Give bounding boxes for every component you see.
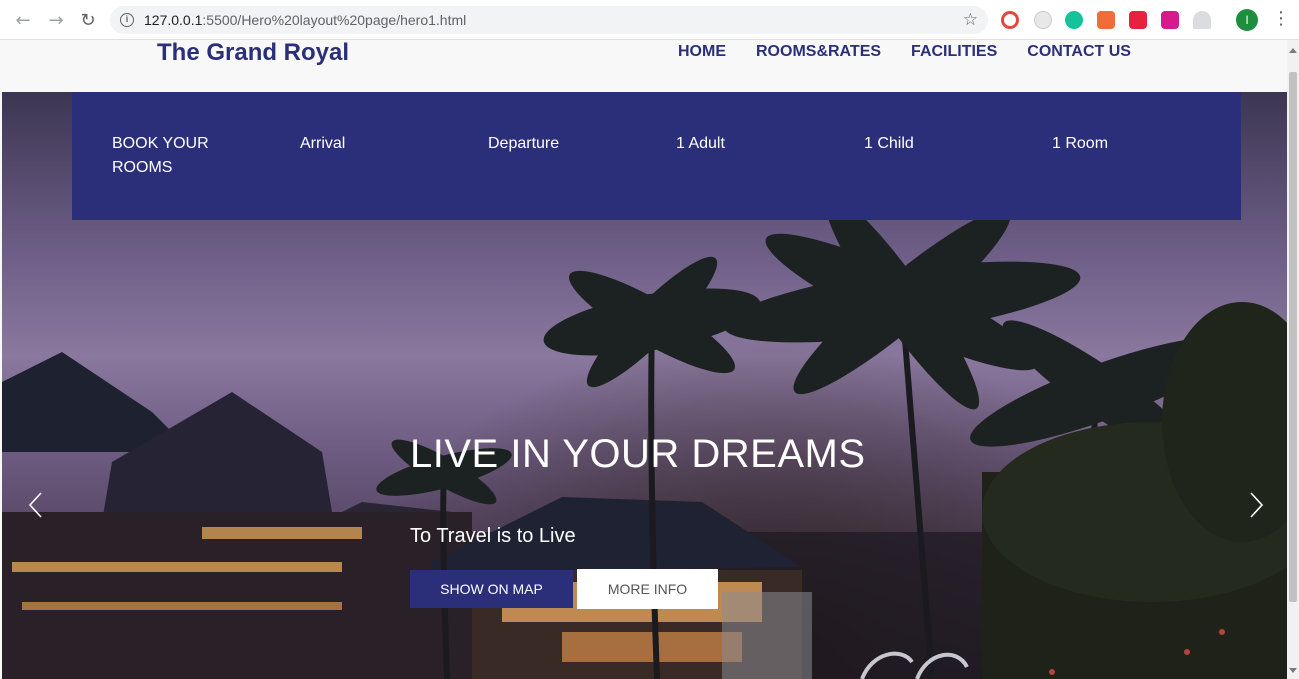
forward-arrow-icon[interactable]: → <box>44 8 68 32</box>
show-on-map-button[interactable]: SHOW ON MAP <box>410 570 573 608</box>
booking-title: BOOK YOUR ROOMS <box>112 135 209 176</box>
hero-title: LIVE IN YOUR DREAMS <box>410 432 866 476</box>
booking-children[interactable]: 1 Child <box>864 132 914 156</box>
scroll-up-arrow-icon[interactable] <box>1289 48 1297 53</box>
extension-icon-4[interactable] <box>1097 11 1115 29</box>
grammarly-extension-icon[interactable] <box>1065 11 1083 29</box>
site-header: The Grand Royal HOME ROOMS&RATES FACILIT… <box>0 40 1287 92</box>
scrollbar-thumb[interactable] <box>1289 72 1297 602</box>
booking-adults[interactable]: 1 Adult <box>676 132 725 156</box>
main-nav: HOME ROOMS&RATES FACILITIES CONTACT US <box>678 43 1131 61</box>
hero-subtitle: To Travel is to Live <box>410 525 576 547</box>
carousel-next-chevron-right-icon[interactable] <box>1246 490 1266 520</box>
extension-icon-5[interactable] <box>1129 11 1147 29</box>
reload-icon[interactable]: ↻ <box>76 8 100 32</box>
scroll-down-arrow-icon[interactable] <box>1289 668 1297 673</box>
address-bar[interactable]: i 127.0.0.1:5500/Hero%20layout%20page/he… <box>110 6 988 34</box>
page-scrollbar[interactable] <box>1287 40 1299 679</box>
booking-rooms[interactable]: 1 Room <box>1052 132 1108 156</box>
bookmark-star-icon[interactable]: ☆ <box>963 10 978 30</box>
url-path: :5500/Hero%20layout%20page/hero1.html <box>202 12 467 28</box>
more-info-button[interactable]: MORE INFO <box>577 569 718 609</box>
booking-departure[interactable]: Departure <box>488 132 559 156</box>
nav-contact-us[interactable]: CONTACT US <box>1027 43 1131 61</box>
nav-rooms-rates[interactable]: ROOMS&RATES <box>756 43 881 61</box>
nav-home[interactable]: HOME <box>678 43 726 61</box>
back-arrow-icon[interactable]: ← <box>11 8 35 32</box>
url-text[interactable]: 127.0.0.1:5500/Hero%20layout%20page/hero… <box>144 12 466 28</box>
profile-avatar[interactable]: I <box>1236 9 1258 31</box>
brand-logo-text[interactable]: The Grand Royal <box>157 40 349 67</box>
more-vert-icon[interactable]: ⋮ <box>1272 8 1290 29</box>
extension-icon-2[interactable] <box>1034 11 1052 29</box>
extension-icon-7[interactable] <box>1193 11 1211 29</box>
booking-arrival[interactable]: Arrival <box>300 132 345 156</box>
info-icon[interactable]: i <box>120 13 134 27</box>
url-host: 127.0.0.1 <box>144 12 203 28</box>
nav-facilities[interactable]: FACILITIES <box>911 43 997 61</box>
booking-bar: BOOK YOUR ROOMS Arrival Departure 1 Adul… <box>72 92 1241 220</box>
carousel-prev-chevron-left-icon[interactable] <box>26 490 46 520</box>
page-viewport: The Grand Royal HOME ROOMS&RATES FACILIT… <box>0 40 1287 679</box>
extension-icon-1[interactable] <box>1001 11 1019 29</box>
extension-icon-6[interactable] <box>1161 11 1179 29</box>
browser-toolbar: ← → ↻ i 127.0.0.1:5500/Hero%20layout%20p… <box>0 0 1299 40</box>
